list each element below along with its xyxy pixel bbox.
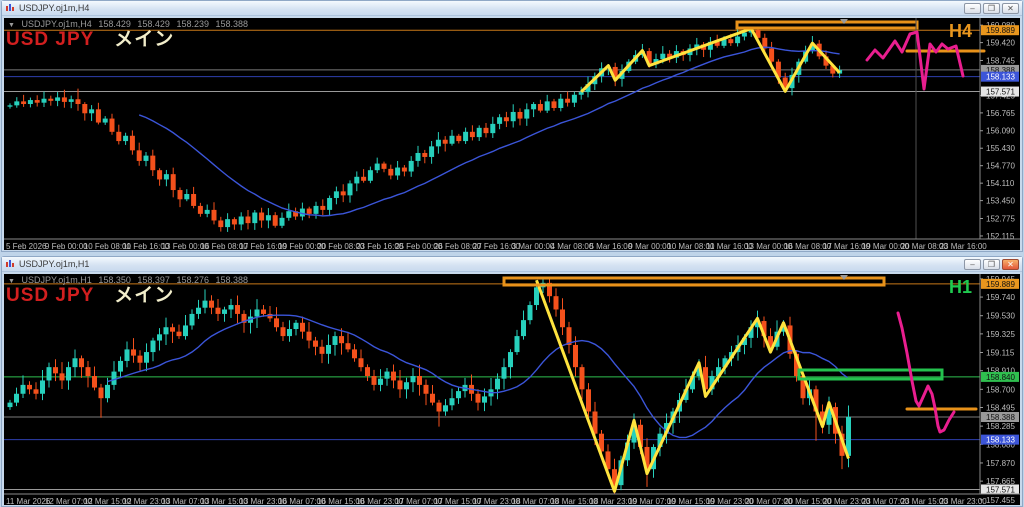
chevron-down-icon[interactable]: ▼ (8, 22, 15, 29)
svg-text:154.110: 154.110 (986, 179, 1015, 188)
candlestick-chart-h4[interactable]: 160.080159.420158.745157.425156.765156.0… (4, 18, 1020, 250)
chart-window-h1: USDJPY.oj1m,H1 – ❐ ✕ ▼ USDJPY.oj1m,H1 15… (1, 256, 1023, 507)
window-titlebar[interactable]: USDJPY.oj1m,H1 – ❐ ✕ (2, 257, 1022, 272)
svg-text:9 Feb 00:00: 9 Feb 00:00 (45, 242, 88, 250)
high-value: 158.397 (137, 275, 170, 285)
svg-text:152.115: 152.115 (986, 232, 1015, 241)
close-value: 158.388 (215, 275, 249, 285)
svg-text:155.430: 155.430 (986, 144, 1015, 153)
low-value: 158.276 (176, 275, 210, 285)
svg-text:157.571: 157.571 (986, 485, 1015, 494)
svg-text:159.889: 159.889 (986, 280, 1015, 289)
svg-text:23 Mar 23:00: 23 Mar 23:00 (940, 497, 988, 505)
high-value: 158.429 (137, 19, 170, 29)
svg-text:157.455: 157.455 (986, 496, 1015, 505)
svg-text:158.133: 158.133 (986, 73, 1015, 82)
svg-text:159.420: 159.420 (986, 39, 1015, 48)
restore-button[interactable]: ❐ (983, 258, 1000, 270)
open-value: 158.429 (98, 19, 131, 29)
close-button[interactable]: ✕ (1002, 2, 1019, 14)
svg-text:3 Mar 00:00: 3 Mar 00:00 (512, 242, 555, 250)
chevron-down-icon[interactable]: ▼ (8, 278, 15, 285)
svg-text:153.450: 153.450 (986, 197, 1015, 206)
minimize-button[interactable]: – (964, 2, 981, 14)
pair-name-label: USD JPY (6, 29, 94, 50)
restore-button[interactable]: ❐ (983, 2, 1000, 14)
chart-area-h4[interactable]: ▼ USDJPY.oj1m,H4 158.429 158.429 158.239… (4, 18, 1020, 250)
chart-area-h1[interactable]: ▼ USDJPY.oj1m,H1 158.350 158.397 158.276… (4, 274, 1020, 505)
mdi-workspace: { "app": { "background": "#bfd4e9" }, "w… (0, 0, 1024, 507)
pair-name-label: USD JPY (6, 285, 94, 306)
minimize-button[interactable]: – (964, 258, 981, 270)
candlestick-chart-h1[interactable]: 159.945159.740159.530159.325159.115158.9… (4, 274, 1020, 505)
window-chart-icon (5, 3, 15, 13)
main-note-label: メイン (114, 29, 175, 50)
svg-text:157.870: 157.870 (986, 459, 1015, 468)
svg-text:159.115: 159.115 (986, 349, 1015, 358)
svg-text:152.775: 152.775 (986, 214, 1015, 223)
svg-text:158.133: 158.133 (986, 436, 1015, 445)
svg-text:154.770: 154.770 (986, 162, 1015, 171)
close-button[interactable]: ✕ (1002, 258, 1019, 270)
svg-text:158.745: 158.745 (986, 56, 1015, 65)
svg-text:159.889: 159.889 (986, 26, 1015, 35)
svg-text:9 Mar 00:00: 9 Mar 00:00 (628, 242, 671, 250)
svg-text:156.765: 156.765 (986, 109, 1015, 118)
svg-text:159.530: 159.530 (986, 312, 1015, 321)
svg-text:158.700: 158.700 (986, 385, 1015, 394)
svg-text:5 Feb 2026: 5 Feb 2026 (6, 242, 47, 250)
svg-text:23 Mar 16:00: 23 Mar 16:00 (940, 242, 988, 250)
window-titlebar[interactable]: USDJPY.oj1m,H4 – ❐ ✕ (2, 1, 1022, 16)
timeframe-label-h4: H4 (948, 21, 972, 41)
svg-text:159.740: 159.740 (986, 293, 1015, 302)
svg-text:4 Mar 08:00: 4 Mar 08:00 (551, 242, 594, 250)
svg-text:157.571: 157.571 (986, 88, 1015, 97)
window-title: USDJPY.oj1m,H4 (19, 3, 90, 13)
symbol-label: USDJPY.oj1m,H1 (21, 275, 92, 285)
svg-text:158.495: 158.495 (986, 404, 1015, 413)
svg-text:159.325: 159.325 (986, 330, 1015, 339)
svg-text:158.840: 158.840 (986, 373, 1015, 382)
close-value: 158.388 (215, 19, 249, 29)
chart-window-h4: USDJPY.oj1m,H4 – ❐ ✕ ▼ USDJPY.oj1m,H4 15… (1, 0, 1023, 252)
symbol-ohlc-header[interactable]: ▼ USDJPY.oj1m,H1 158.350 158.397 158.276… (8, 275, 252, 285)
open-value: 158.350 (98, 275, 131, 285)
symbol-label: USDJPY.oj1m,H4 (21, 19, 92, 29)
svg-text:158.285: 158.285 (986, 422, 1015, 431)
window-title: USDJPY.oj1m,H1 (19, 259, 90, 269)
window-chart-icon (5, 259, 15, 269)
main-note-label: メイン (114, 285, 175, 306)
svg-text:156.090: 156.090 (986, 127, 1015, 136)
low-value: 158.239 (176, 19, 210, 29)
svg-text:158.388: 158.388 (986, 413, 1015, 422)
svg-text:5 Mar 16:00: 5 Mar 16:00 (590, 242, 633, 250)
timeframe-label-h1: H1 (948, 277, 972, 297)
symbol-ohlc-header[interactable]: ▼ USDJPY.oj1m,H4 158.429 158.429 158.239… (8, 19, 252, 29)
